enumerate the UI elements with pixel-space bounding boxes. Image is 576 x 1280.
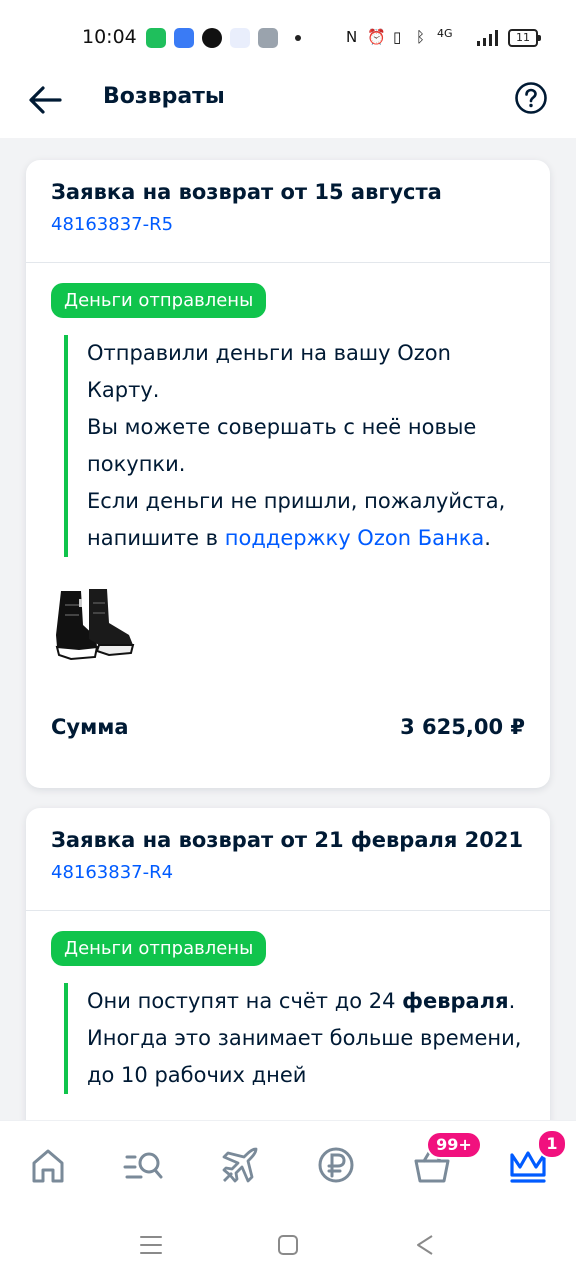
return-id-link[interactable]: 48163837-R4 [51,862,525,883]
notification-dot-icon [295,35,301,41]
return-card[interactable]: Заявка на возврат от 21 февраля 2021 481… [26,808,550,1120]
bottom-nav: 99+ 1 [0,1120,576,1210]
battery-saver-app-icon [146,28,166,48]
home-icon[interactable] [26,1143,70,1187]
battery-icon: 11 [508,29,541,47]
sum-label: Сумма [51,715,129,739]
menu-icon[interactable] [138,1232,164,1258]
winter-boots-image[interactable] [51,585,141,669]
note-text: . [508,989,516,1013]
ring-app-icon [202,28,222,48]
note-date: февраля [402,989,509,1013]
return-card-header: Заявка на возврат от 15 августа 48163837… [26,160,550,263]
note-line: Они поступят на счёт до 24 февраля. [87,983,525,1020]
app-header: Возвраты [0,78,576,138]
return-card-body: Деньги отправлены Отправили деньги на ва… [26,263,550,755]
travel-plane-icon[interactable] [218,1143,262,1187]
catalog-search-icon[interactable] [121,1143,165,1187]
return-card-body: Деньги отправлены Они поступят на счёт д… [26,911,550,1094]
detmir-app-icon [230,28,250,48]
home-square-icon[interactable] [275,1232,301,1258]
status-bar: 10:04 N ⏰ ▯ ᛒ 4G 11 [0,0,576,78]
support-link[interactable]: поддержку Ozon Банка [225,526,485,550]
arrow-left-icon[interactable] [26,80,66,120]
page-title: Возвраты [103,84,225,109]
question-icon[interactable] [514,81,548,115]
sum-value: 3 625,00 ₽ [400,715,525,739]
cart-badge: 99+ [426,1131,482,1159]
return-card[interactable]: Заявка на возврат от 15 августа 48163837… [26,160,550,788]
return-title: Заявка на возврат от 15 августа [51,180,442,204]
note-text: . [484,526,491,550]
note-text: Они поступят на счёт до 24 [87,989,403,1013]
bluetooth-icon: ᛒ [416,28,426,46]
finance-ruble-icon[interactable] [314,1143,358,1187]
nfc-icon: N [346,28,358,46]
status-badge: Деньги отправлены [51,283,267,318]
profile-badge: 1 [537,1129,567,1159]
sum-row: Сумма 3 625,00 ₽ [51,715,525,755]
status-badge: Деньги отправлены [51,931,267,966]
note-line: Иногда это занимает больше времени, до 1… [87,1026,522,1087]
signal-icon [477,30,498,46]
note-line: Вы можете совершать с неё новые покупки. [87,415,477,476]
return-title: Заявка на возврат от 21 февраля 2021 [51,828,524,852]
back-triangle-icon[interactable] [412,1232,438,1258]
note-line: Отправили деньги на вашу Ozon Карту. [87,341,451,402]
return-card-header: Заявка на возврат от 21 февраля 2021 481… [26,808,550,911]
returns-list: Заявка на возврат от 15 августа 48163837… [0,138,576,1120]
return-note: Они поступят на счёт до 24 февраля. Иног… [64,983,525,1094]
vibrate-icon: ▯ [393,28,402,46]
note-line: Если деньги не пришли, пожалуйста, напиш… [87,483,525,557]
settings-app-icon [258,28,278,48]
app-icon [174,28,194,48]
system-navigation-bar [0,1210,576,1280]
network-type: 4G [437,27,453,40]
return-id-link[interactable]: 48163837-R5 [51,214,525,235]
return-note: Отправили деньги на вашу Ozon Карту. Вы … [64,335,525,557]
status-time: 10:04 [82,26,137,48]
alarm-icon: ⏰ [367,28,386,46]
